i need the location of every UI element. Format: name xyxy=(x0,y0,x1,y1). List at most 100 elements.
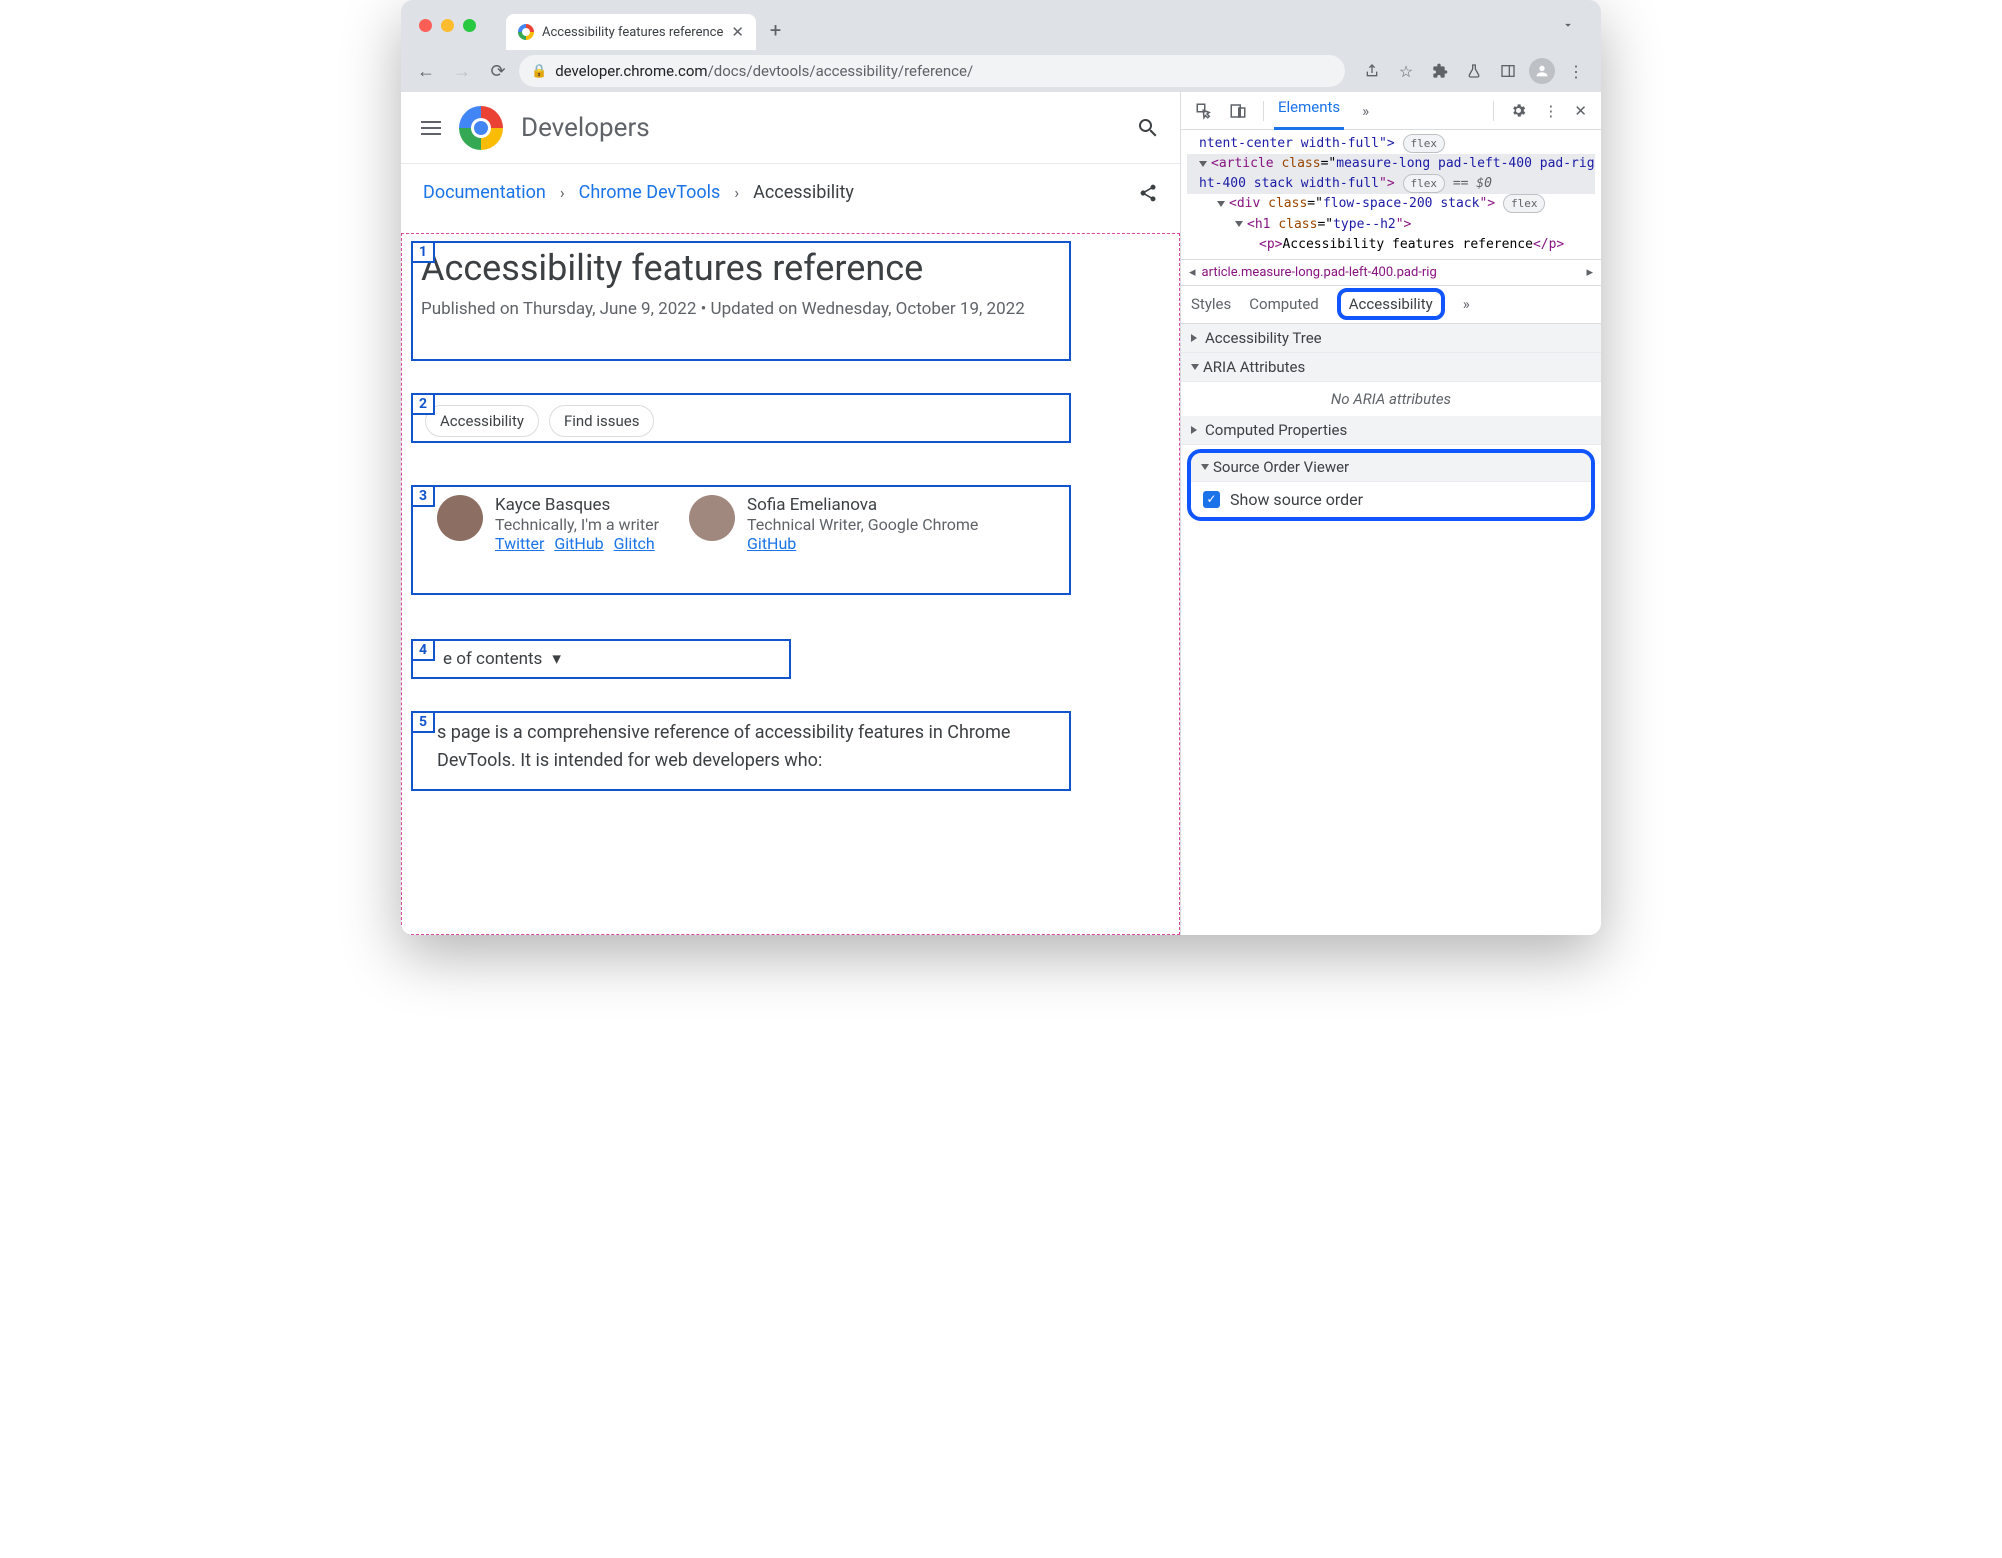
devtools-panel: Elements » ⋮ ✕ ntent-center width-full">… xyxy=(1181,92,1601,935)
author-link[interactable]: GitHub xyxy=(554,534,603,553)
triangle-right-icon xyxy=(1191,334,1201,342)
source-order-number: 4 xyxy=(411,639,435,661)
address-bar: ← → ⟳ 🔒 developer.chrome.com/docs/devtoo… xyxy=(401,50,1601,92)
url-host: developer.chrome.com xyxy=(555,62,707,80)
avatar-icon xyxy=(689,495,735,541)
minimize-window-button[interactable] xyxy=(441,19,454,32)
extensions-icon[interactable] xyxy=(1425,56,1455,86)
close-tab-icon[interactable]: ✕ xyxy=(731,23,744,41)
author-link[interactable]: Twitter xyxy=(495,534,544,553)
side-panel-icon[interactable] xyxy=(1493,56,1523,86)
kebab-menu-icon[interactable]: ⋮ xyxy=(1561,56,1591,86)
traffic-lights xyxy=(419,19,476,32)
omnibox[interactable]: 🔒 developer.chrome.com/docs/devtools/acc… xyxy=(519,55,1345,87)
chrome-favicon-icon xyxy=(518,24,534,40)
share-icon[interactable] xyxy=(1357,56,1387,86)
chip[interactable]: Find issues xyxy=(549,405,655,437)
breadcrumb-item-current: Accessibility xyxy=(753,182,854,203)
author-link[interactable]: GitHub xyxy=(747,534,796,553)
page-meta: Published on Thursday, June 9, 2022 • Up… xyxy=(421,297,1061,323)
chevron-left-icon[interactable]: ◂ xyxy=(1189,265,1196,280)
breadcrumb: Documentation › Chrome DevTools › Access… xyxy=(401,164,1180,221)
triangle-right-icon xyxy=(1191,426,1201,434)
new-tab-button[interactable]: + xyxy=(770,18,781,42)
more-tabs-icon[interactable]: » xyxy=(1356,98,1375,124)
search-icon[interactable] xyxy=(1136,116,1160,140)
pane-source-order-viewer[interactable]: Source Order Viewer xyxy=(1191,453,1591,482)
gear-icon[interactable] xyxy=(1504,98,1533,123)
chrome-logo-icon xyxy=(459,106,503,150)
forward-button[interactable]: → xyxy=(447,56,477,86)
dom-tree[interactable]: ntent-center width-full"> flex <article … xyxy=(1181,130,1601,259)
share-page-icon[interactable] xyxy=(1138,183,1158,203)
tab-title: Accessibility features reference xyxy=(542,25,723,40)
inspect-element-icon[interactable] xyxy=(1189,98,1219,124)
subtab-computed[interactable]: Computed xyxy=(1249,292,1319,316)
author-card: Sofia Emelianova Technical Writer, Googl… xyxy=(689,495,978,553)
source-order-box-2: 2 Accessibility Find issues xyxy=(411,393,1071,443)
intro-paragraph: s page is a comprehensive reference of a… xyxy=(413,713,1069,775)
source-order-box-1: 1 Accessibility features reference Publi… xyxy=(411,241,1071,361)
source-order-number: 3 xyxy=(411,485,435,507)
kebab-menu-icon[interactable]: ⋮ xyxy=(1537,98,1564,124)
source-order-number: 1 xyxy=(411,241,435,263)
browser-tab-active[interactable]: Accessibility features reference ✕ xyxy=(506,14,756,50)
url-path: /docs/devtools/accessibility/reference/ xyxy=(708,62,974,80)
bookmark-icon[interactable]: ☆ xyxy=(1391,56,1421,86)
chevron-right-icon[interactable]: ▸ xyxy=(1586,265,1593,280)
show-source-order-row[interactable]: ✓ Show source order xyxy=(1191,482,1591,517)
author-card: Kayce Basques Technically, I'm a writer … xyxy=(437,495,659,553)
author-name: Kayce Basques xyxy=(495,495,659,515)
show-source-order-label: Show source order xyxy=(1230,490,1363,509)
close-window-button[interactable] xyxy=(419,19,432,32)
devtools-toolbar: Elements » ⋮ ✕ xyxy=(1181,92,1601,130)
close-devtools-icon[interactable]: ✕ xyxy=(1568,98,1593,124)
source-order-viewer-highlight: Source Order Viewer ✓ Show source order xyxy=(1187,449,1595,521)
browser-tabs: Accessibility features reference ✕ + xyxy=(506,0,781,50)
breadcrumb-item[interactable]: Documentation xyxy=(423,182,546,203)
avatar-icon xyxy=(1529,58,1555,84)
source-order-box-4: 4 e of contents ▾ xyxy=(411,639,791,679)
author-name: Sofia Emelianova xyxy=(747,495,978,515)
checkbox-checked-icon[interactable]: ✓ xyxy=(1203,491,1220,508)
labs-icon[interactable] xyxy=(1459,56,1489,86)
source-order-number: 5 xyxy=(411,711,435,733)
more-subtabs-icon[interactable]: » xyxy=(1463,292,1470,316)
breadcrumb-item[interactable]: Chrome DevTools xyxy=(579,182,721,203)
subtab-accessibility[interactable]: Accessibility xyxy=(1337,288,1445,320)
devtools-subtabs: Styles Computed Accessibility » xyxy=(1181,286,1601,324)
avatar-icon xyxy=(437,495,483,541)
reload-button[interactable]: ⟳ xyxy=(483,56,513,86)
site-header: Developers xyxy=(401,92,1180,164)
hamburger-menu-icon[interactable] xyxy=(421,121,441,135)
page-content: Developers Documentation › Chrome DevToo… xyxy=(401,92,1181,935)
author-role: Technically, I'm a writer xyxy=(495,515,659,534)
lock-icon: 🔒 xyxy=(531,64,547,79)
devtools-tab-elements[interactable]: Elements xyxy=(1274,92,1344,130)
site-brand: Developers xyxy=(521,113,650,143)
source-order-number: 2 xyxy=(411,393,435,415)
source-order-box-3: 3 Kayce Basques Technically, I'm a write… xyxy=(411,485,1071,595)
window-titlebar: Accessibility features reference ✕ + xyxy=(401,0,1601,50)
maximize-window-button[interactable] xyxy=(463,19,476,32)
chip[interactable]: Accessibility xyxy=(425,405,539,437)
toc-toggle[interactable]: e of contents ▾ xyxy=(413,641,789,669)
tabs-dropdown-icon[interactable] xyxy=(1553,10,1583,40)
pane-computed-properties[interactable]: Computed Properties xyxy=(1181,416,1601,445)
author-link[interactable]: Glitch xyxy=(614,534,655,553)
dom-breadcrumb[interactable]: ◂ article.measure-long.pad-left-400.pad-… xyxy=(1181,259,1601,286)
triangle-down-icon xyxy=(1201,464,1209,470)
triangle-down-icon xyxy=(1191,364,1199,370)
source-order-box-5: 5 s page is a comprehensive reference of… xyxy=(411,711,1071,791)
pane-aria-attributes[interactable]: ARIA Attributes xyxy=(1181,353,1601,382)
device-toolbar-icon[interactable] xyxy=(1223,98,1253,124)
chevron-right-icon: › xyxy=(560,183,565,202)
dom-crumb-text: article.measure-long.pad-left-400.pad-ri… xyxy=(1202,265,1581,280)
subtab-styles[interactable]: Styles xyxy=(1191,292,1231,316)
page-title: Accessibility features reference xyxy=(421,247,1061,289)
profile-button[interactable] xyxy=(1527,56,1557,86)
chevron-right-icon: › xyxy=(734,183,739,202)
pane-accessibility-tree[interactable]: Accessibility Tree xyxy=(1181,324,1601,353)
back-button[interactable]: ← xyxy=(411,56,441,86)
aria-empty-message: No ARIA attributes xyxy=(1181,382,1601,416)
